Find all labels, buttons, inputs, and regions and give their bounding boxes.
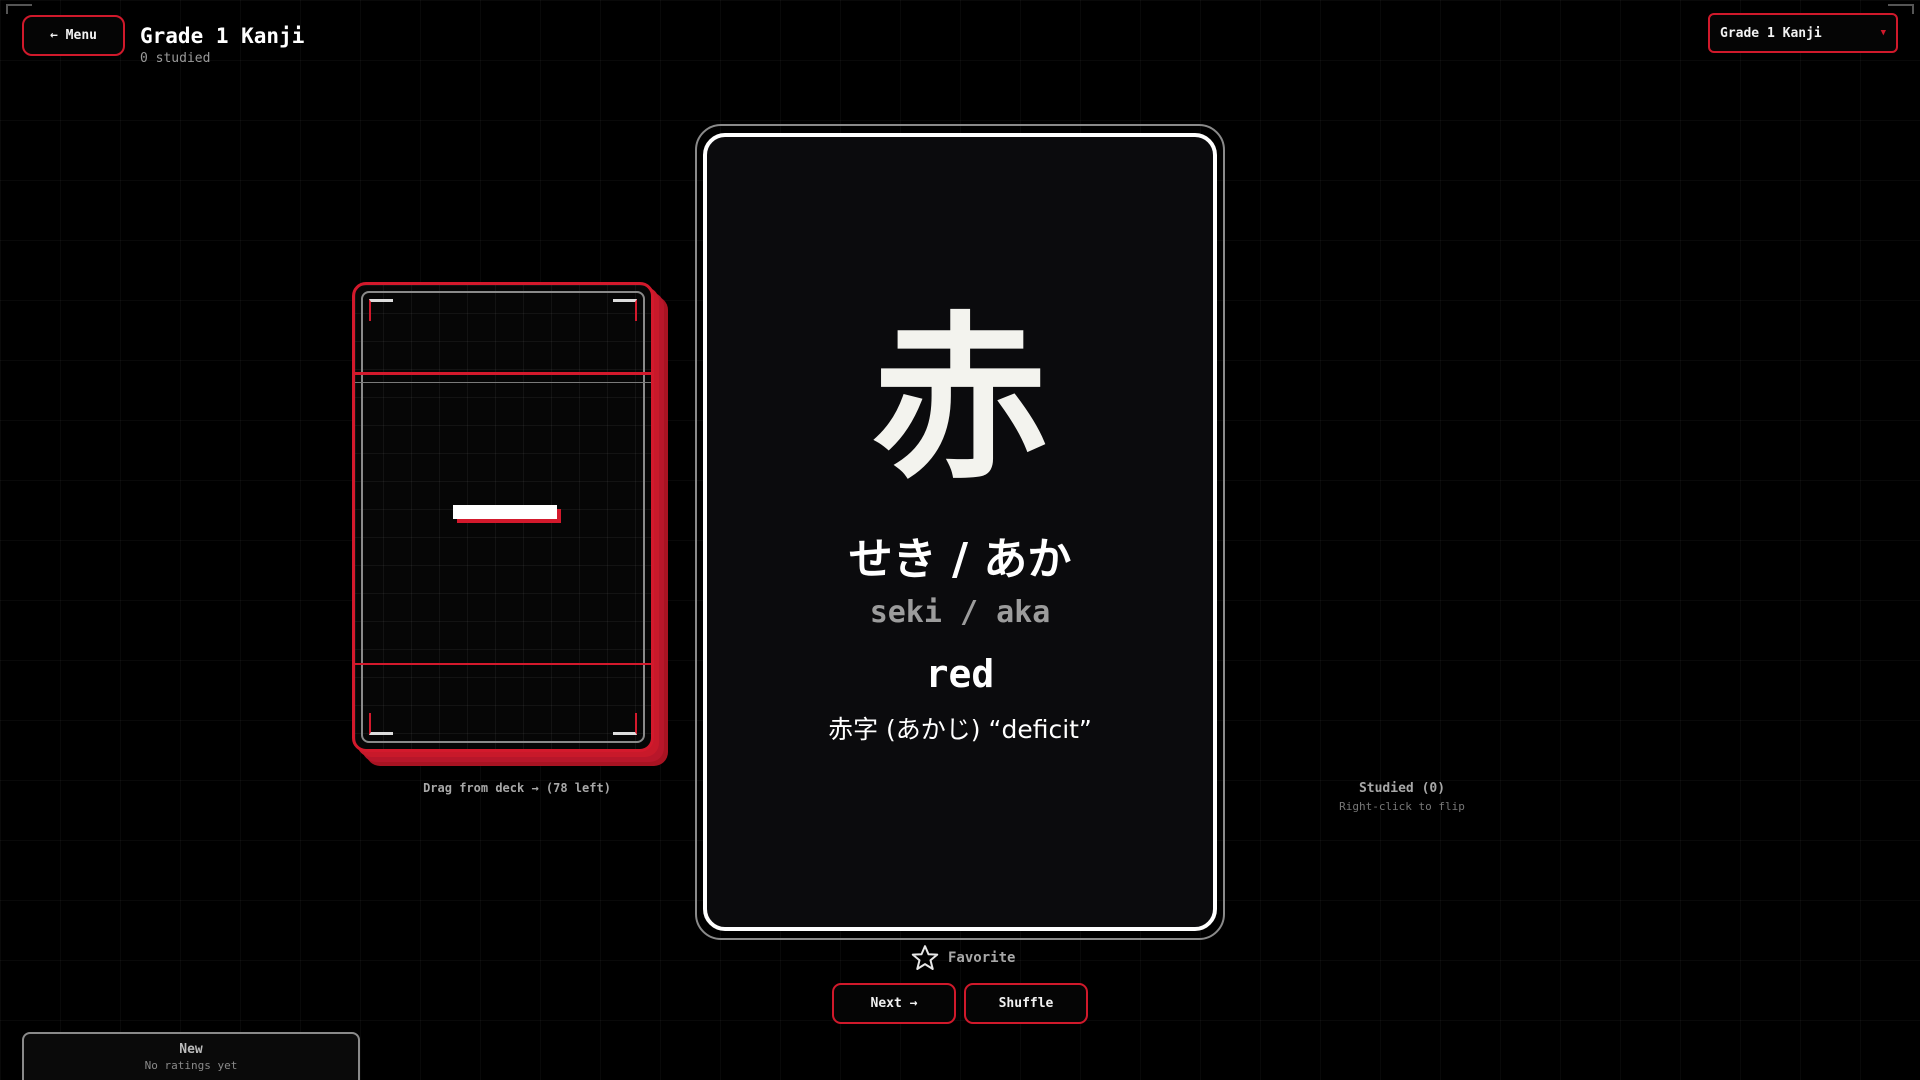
chevron-down-icon: ▼ — [1880, 28, 1886, 38]
rating-panel: New No ratings yet — [22, 1032, 360, 1080]
menu-button[interactable]: ← Menu — [22, 15, 125, 56]
example-word: 赤字 (あかじ) “deficit” — [828, 715, 1092, 744]
deck-card-band — [355, 372, 651, 375]
meaning: red — [925, 652, 995, 696]
rating-subtitle: No ratings yet — [144, 1059, 238, 1072]
shuffle-button[interactable]: Shuffle — [964, 983, 1088, 1024]
favorite-label: Favorite — [948, 950, 1016, 966]
studied-hint: Right-click to flip — [1339, 800, 1465, 813]
studied-count: 0 studied — [140, 51, 211, 66]
studied-pile[interactable]: Studied (0) Right-click to flip — [1300, 781, 1504, 813]
deck-select-value: Grade 1 Kanji — [1720, 25, 1822, 41]
corner-bracket — [369, 713, 393, 735]
deck-top-card[interactable] — [352, 282, 654, 752]
deck-card-band — [355, 382, 651, 383]
corner-bracket — [369, 299, 393, 321]
corner-decoration-left — [6, 4, 32, 14]
corner-bracket — [613, 299, 637, 321]
deck-card-kanji — [453, 505, 557, 519]
deck-header: Grade 1 Kanji 0 studied — [140, 24, 304, 66]
deck-select[interactable]: Grade 1 Kanji ▼ — [1708, 13, 1898, 53]
next-button[interactable]: Next → — [832, 983, 956, 1024]
favorite-toggle[interactable]: Favorite — [910, 943, 1015, 973]
reading-kana: せき / あか — [848, 534, 1072, 585]
rating-title: New — [179, 1042, 203, 1057]
deck-caption: Drag from deck → (78 left) — [423, 781, 611, 795]
studied-label: Studied (0) — [1358, 781, 1446, 796]
reading-romaji: seki / aka — [869, 595, 1051, 630]
card-deck[interactable] — [352, 282, 668, 766]
kanji-character: 赤 — [871, 296, 1049, 503]
star-outline-icon — [910, 943, 940, 973]
flashcard[interactable]: 赤 せき / あか seki / aka red 赤字 (あかじ) “defic… — [703, 133, 1217, 931]
corner-bracket — [613, 713, 637, 735]
deck-card-band — [355, 663, 651, 665]
deck-title: Grade 1 Kanji — [140, 24, 305, 48]
